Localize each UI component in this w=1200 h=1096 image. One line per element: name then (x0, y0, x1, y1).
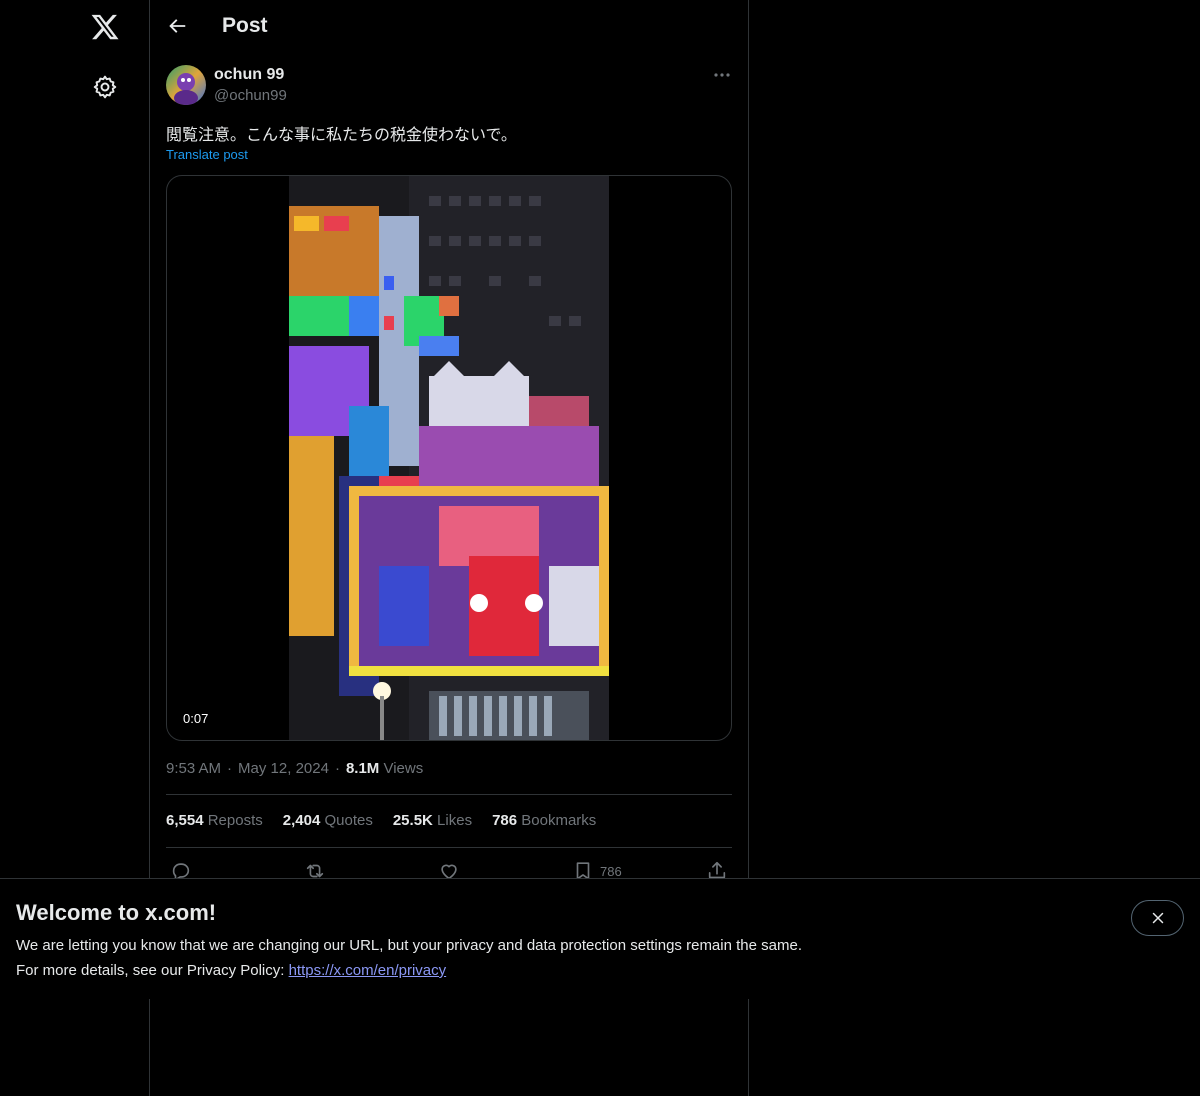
likes-count: 25.5K (392, 812, 433, 829)
banner-privacy-line: For more details, see our Privacy Policy… (16, 962, 446, 979)
gear-icon[interactable] (92, 74, 118, 100)
reposts-count: 6,554 (166, 812, 204, 829)
page-title: Post (222, 14, 268, 37)
separator: · (227, 760, 233, 777)
back-button[interactable] (166, 15, 188, 37)
post-text: 閲覧注意。こんな事に私たちの税金使わないで。 (166, 127, 517, 144)
banner-message: We are letting you know that we are chan… (16, 937, 802, 954)
more-button[interactable] (712, 68, 732, 82)
x-logo-icon[interactable] (90, 12, 120, 42)
views-count: 8.1M (345, 760, 380, 777)
likes-label: Likes (437, 812, 473, 829)
post-time[interactable]: 9:53 AM (166, 760, 221, 777)
arrow-left-icon (169, 19, 186, 33)
quotes-stat[interactable]: 2,404 Quotes (283, 812, 373, 829)
app-root: Post ochun 99 @ochun99 閲覧注意。こんな事に私たちの税金使… (0, 0, 1200, 1096)
post-stats: 6,554 Reposts 2,404 Quotes 25.5K Likes 7… (166, 812, 596, 829)
quotes-label: Quotes (324, 812, 373, 829)
bookmark-count: 786 (600, 863, 622, 879)
video-player[interactable]: 0:07 (166, 175, 732, 741)
bookmarks-stat[interactable]: 786 Bookmarks (492, 812, 596, 829)
likes-stat[interactable]: 25.5K Likes (393, 812, 472, 829)
quotes-count: 2,404 (282, 812, 321, 829)
video-thumbnail (289, 176, 609, 740)
translate-post-link[interactable]: Translate post (166, 147, 248, 162)
bookmarks-count: 786 (492, 812, 518, 829)
separator: · (334, 760, 340, 777)
divider (166, 847, 732, 848)
post-date[interactable]: May 12, 2024 (238, 760, 329, 777)
avatar[interactable] (166, 65, 206, 105)
welcome-banner: Welcome to x.com! We are letting you kno… (0, 878, 1200, 999)
close-icon (1152, 912, 1163, 924)
video-duration: 0:07 (177, 709, 215, 728)
divider (166, 794, 732, 795)
banner-privacy-prefix: For more details, see our Privacy Policy… (16, 962, 289, 979)
banner-title: Welcome to x.com! (16, 900, 217, 925)
author-name[interactable]: ochun 99 (214, 66, 284, 84)
author-handle[interactable]: @ochun99 (214, 87, 287, 104)
reposts-label: Reposts (207, 812, 263, 829)
more-horizontal-icon (714, 73, 730, 77)
close-banner-button[interactable] (1131, 900, 1184, 936)
reposts-stat[interactable]: 6,554 Reposts (166, 812, 263, 829)
privacy-policy-link[interactable]: https://x.com/en/privacy (289, 962, 447, 979)
bookmarks-label: Bookmarks (521, 812, 597, 829)
page-header: Post (150, 0, 749, 53)
views-label: Views (383, 760, 424, 777)
post-metadata: 9:53 AM · May 12, 2024 · 8.1M Views (166, 760, 423, 777)
